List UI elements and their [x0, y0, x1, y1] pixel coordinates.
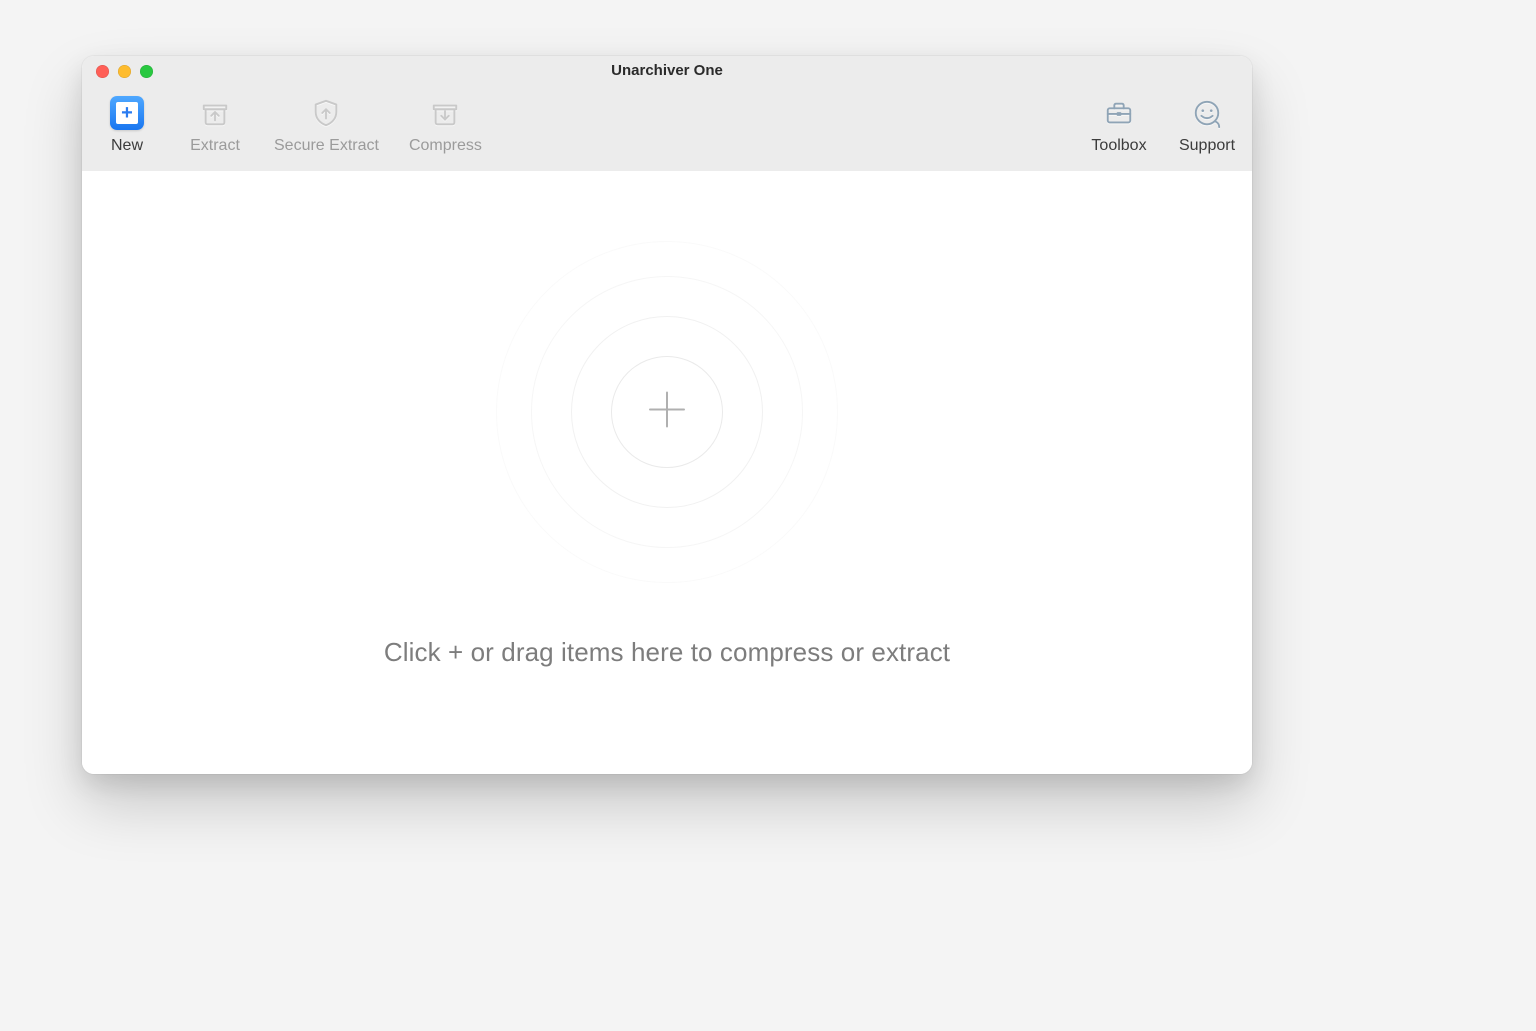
add-files-target[interactable] [502, 247, 832, 577]
zoom-button[interactable] [140, 65, 153, 78]
extract-icon [200, 98, 230, 128]
compress-button[interactable]: Compress [409, 89, 482, 155]
window-controls [96, 65, 153, 78]
compress-label: Compress [409, 137, 482, 155]
main-drop-area[interactable]: Click + or drag items here to compress o… [82, 171, 1252, 774]
support-label: Support [1179, 137, 1235, 155]
support-icon [1192, 98, 1222, 128]
new-file-icon: + [110, 96, 144, 130]
app-window: Unarchiver One + New [82, 56, 1252, 774]
new-button[interactable]: + New [98, 89, 156, 155]
compress-icon [430, 98, 460, 128]
shield-icon [311, 98, 341, 128]
window-title: Unarchiver One [82, 56, 1252, 86]
new-label: New [111, 137, 143, 155]
secure-extract-label: Secure Extract [274, 137, 379, 155]
secure-extract-button[interactable]: Secure Extract [274, 89, 379, 155]
toolbar: + New Extract [82, 86, 1252, 175]
minimize-button[interactable] [118, 65, 131, 78]
close-button[interactable] [96, 65, 109, 78]
toolbox-button[interactable]: Toolbox [1090, 89, 1148, 155]
toolbox-label: Toolbox [1091, 137, 1146, 155]
extract-button[interactable]: Extract [186, 89, 244, 155]
extract-label: Extract [190, 137, 240, 155]
plus-icon [644, 387, 690, 438]
support-button[interactable]: Support [1178, 89, 1236, 155]
toolbox-icon [1104, 98, 1134, 128]
drop-hint-text: Click + or drag items here to compress o… [384, 637, 950, 668]
titlebar: Unarchiver One [82, 56, 1252, 86]
